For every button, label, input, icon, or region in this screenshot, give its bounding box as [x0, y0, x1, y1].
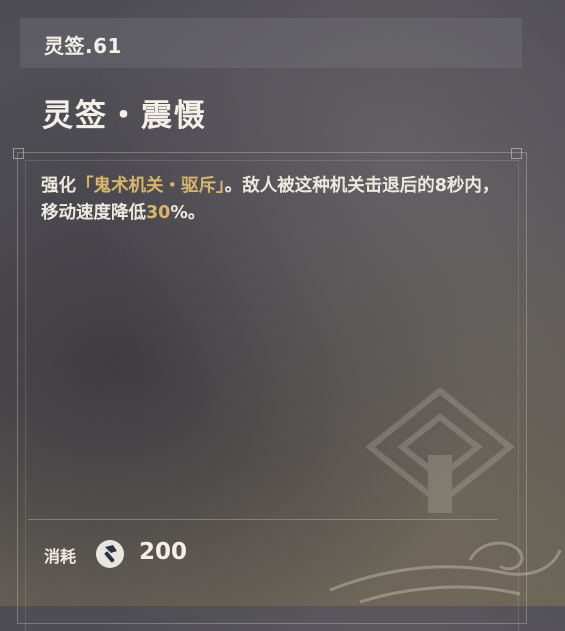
- hammer-icon: [96, 540, 124, 568]
- page-title: 灵签・震慑: [42, 98, 207, 134]
- description-text: 强化「鬼术机关・驱斥」。敌人被这种机关击退后的8秒内，移动速度降低30%。: [41, 173, 511, 227]
- arrow-emblem-icon: [365, 387, 515, 513]
- description-prefix: 强化: [41, 176, 76, 196]
- level-label: 灵签.61: [44, 34, 122, 58]
- cloud-swirl-decoration: [329, 541, 562, 604]
- description-percent: 30: [146, 203, 171, 223]
- corner-ornament-top-left: [9, 144, 27, 162]
- description-highlight: 「鬼术机关・驱斥」: [76, 176, 225, 196]
- description-suffix: %。: [170, 203, 206, 223]
- cost-value: 200: [139, 539, 188, 565]
- corner-ornament-top-right: [507, 144, 525, 162]
- cost-label: 消耗: [44, 547, 77, 566]
